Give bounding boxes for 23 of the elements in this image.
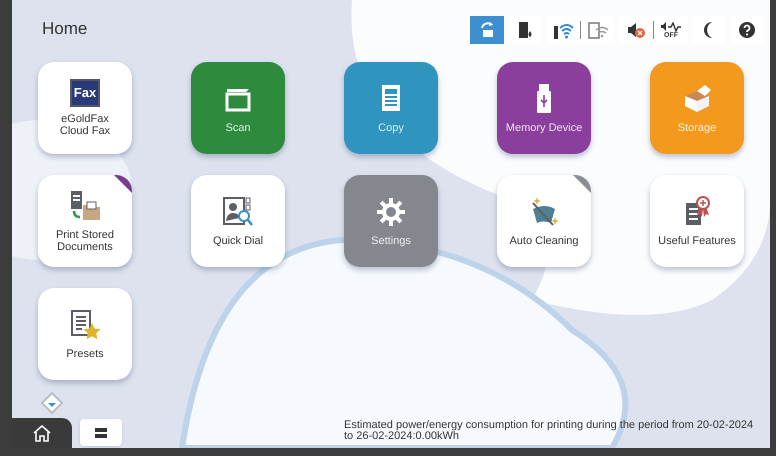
- app-tile[interactable]: Memory Device: [497, 62, 591, 154]
- screen-title: Home: [42, 20, 88, 37]
- folder-transfer-icon: [68, 189, 102, 223]
- app-tile[interactable]: Quick Dial: [191, 175, 285, 267]
- app-tile[interactable]: Useful Features: [650, 175, 744, 267]
- ink-cartridge-icon: [516, 20, 534, 40]
- job-tab[interactable]: [80, 419, 122, 446]
- app-tile[interactable]: Print Stored Documents: [38, 175, 132, 267]
- help-icon: [737, 20, 757, 40]
- speaker-wave-icon: [660, 22, 682, 32]
- app-tile[interactable]: Fax eGoldFax Cloud Fax: [38, 62, 132, 154]
- energy-note: Estimated power/energy consumption for printing during the period from 20-02-2024 to 26-02-2024:0.00kWh: [344, 420, 754, 442]
- speaker-muted-icon: [625, 20, 647, 40]
- app-tile[interactable]: Scan: [191, 62, 285, 154]
- wifi-direct-icon: [587, 20, 609, 40]
- diamond-indicator-icon: [41, 392, 63, 414]
- list-star-icon: [68, 308, 102, 342]
- app-tile[interactable]: Presets: [38, 288, 132, 380]
- printer-icon: [94, 428, 108, 438]
- home-icon: [32, 424, 52, 442]
- fax-logo: Fax: [70, 79, 100, 107]
- gear-icon: [374, 195, 408, 229]
- app-tile[interactable]: Auto Cleaning: [497, 175, 591, 267]
